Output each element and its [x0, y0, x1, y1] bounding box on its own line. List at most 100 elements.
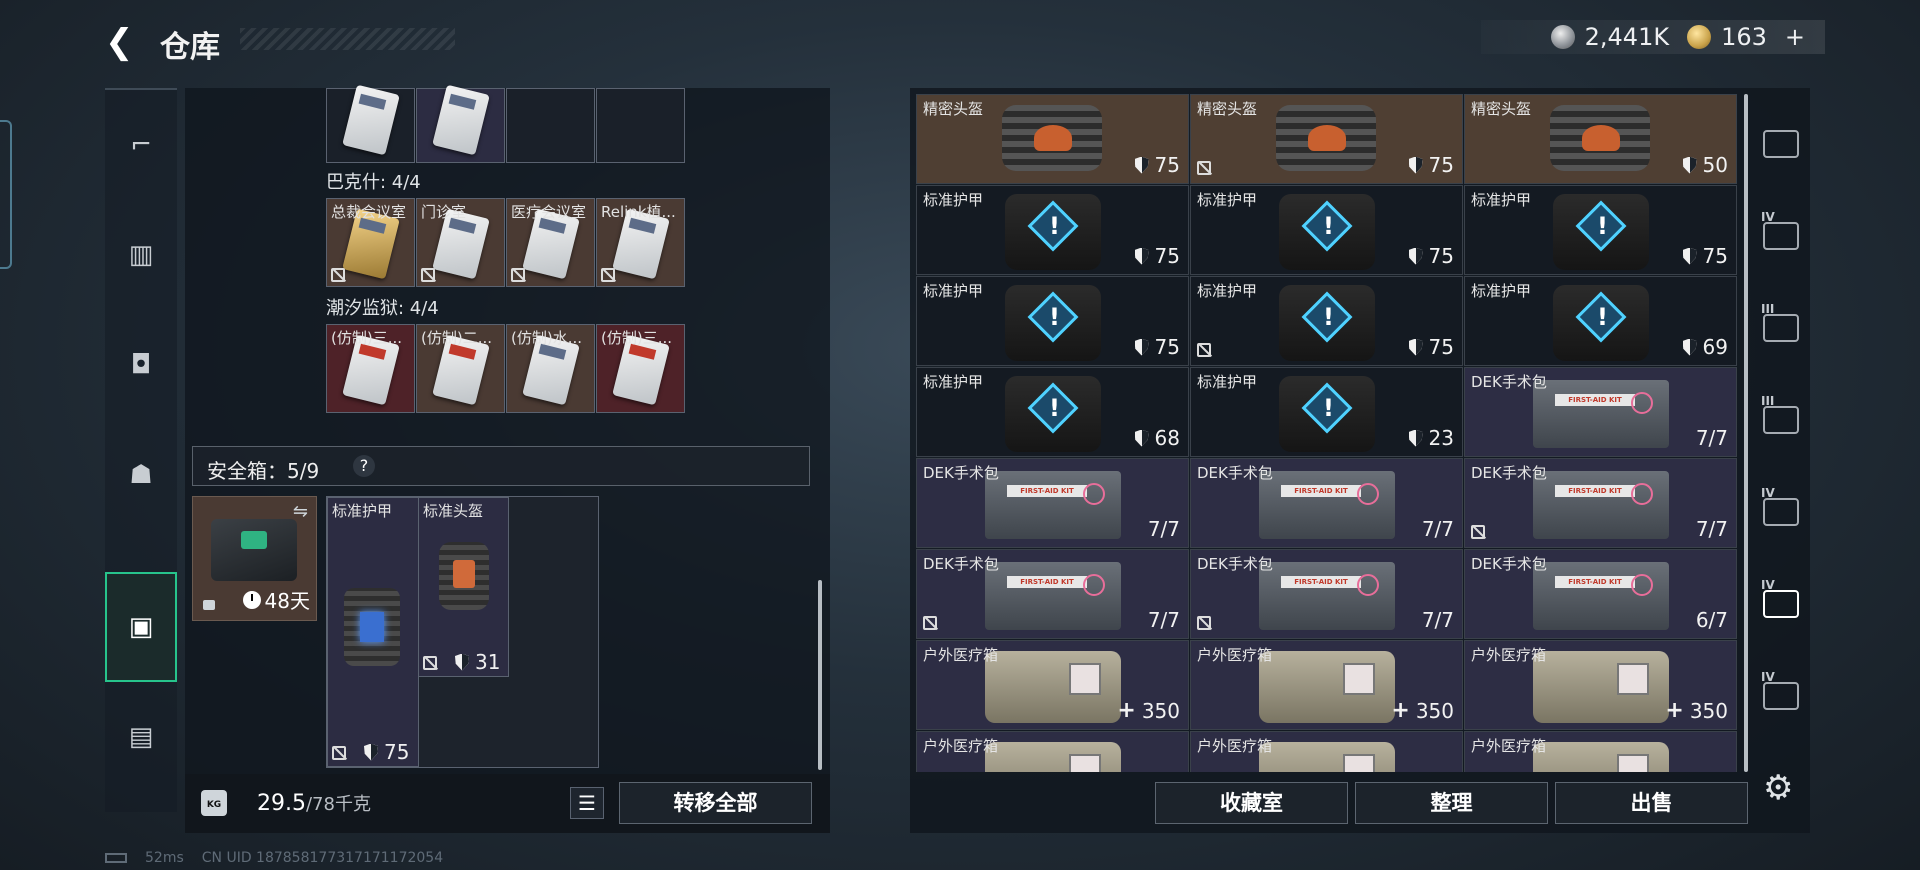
storage-item[interactable]: 户外医疗箱	[1190, 731, 1463, 772]
storage-item[interactable]: DEK手术包 7/7	[916, 458, 1189, 548]
side-drawer-handle[interactable]	[0, 120, 12, 269]
shield-icon	[1408, 338, 1423, 356]
item-label: 标准护甲	[332, 502, 393, 520]
storage-item[interactable]: 标准护甲 75	[1464, 185, 1737, 275]
gear-icon[interactable]: ⚙	[1763, 768, 1793, 808]
storage-item[interactable]: 标准护甲 75	[916, 276, 1189, 366]
capacity-bar: KG 29.5/78千克 ☰ 转移全部	[185, 774, 830, 833]
list-view-button[interactable]: ☰	[570, 787, 604, 819]
title-decoration	[240, 28, 455, 50]
category-tab[interactable]: III	[1752, 370, 1810, 470]
left-scrollbar[interactable]	[818, 580, 822, 770]
storage-item[interactable]: DEK手术包 7/7	[1190, 549, 1463, 639]
heal-icon: +	[1665, 698, 1684, 723]
tier-label: IV	[1761, 670, 1775, 684]
storage-item[interactable]: DEK手术包 7/7	[1464, 367, 1737, 457]
help-button[interactable]: ?	[353, 455, 375, 477]
storage-item[interactable]: 户外医疗箱 +350	[916, 640, 1189, 730]
safe-item-helmet[interactable]: 标准头盔 31	[418, 497, 509, 677]
empty-slot[interactable]	[596, 88, 685, 163]
nav-vest[interactable]: ▥	[105, 200, 177, 310]
storage-grid: 精密头盔75精密头盔75精密头盔50标准护甲75标准护甲75标准护甲75标准护甲…	[916, 94, 1740, 772]
storage-item[interactable]: 户外医疗箱 +350	[1464, 640, 1737, 730]
sell-button[interactable]: 出售	[1555, 782, 1748, 824]
medkit-icon	[1533, 651, 1669, 723]
shield-icon	[1408, 429, 1423, 447]
storage-item[interactable]: 精密头盔 75	[916, 94, 1189, 184]
storage-item[interactable]: DEK手术包 7/7	[1464, 458, 1737, 548]
item-stat: 75	[1408, 244, 1454, 268]
no-trade-icon	[331, 268, 345, 282]
item-label: 医疗会议室	[511, 203, 587, 221]
item-label: 标准护甲	[923, 282, 984, 300]
keycard-slot[interactable]	[416, 84, 505, 163]
category-tab[interactable]	[1752, 94, 1810, 194]
keycard-slot[interactable]: 医疗会议室	[506, 198, 595, 287]
back-arrow-icon[interactable]: ❮	[105, 22, 145, 62]
item-label: 标准护甲	[1471, 191, 1532, 209]
storage-item[interactable]: 精密头盔 50	[1464, 94, 1737, 184]
storage-item[interactable]: 户外医疗箱 +350	[1190, 640, 1463, 730]
item-label: 户外医疗箱	[1197, 737, 1273, 755]
category-tab[interactable]: III	[1752, 278, 1810, 378]
sort-button[interactable]: 整理	[1355, 782, 1548, 824]
item-stat: 75	[1134, 153, 1180, 177]
item-stat: 50	[1682, 153, 1728, 177]
safe-box-grid: 标准护甲 75 标准头盔 31	[326, 496, 599, 768]
category-tab[interactable]: IV	[1752, 462, 1810, 562]
keycard-slot[interactable]: 总裁会议室	[326, 198, 415, 287]
item-label: 门诊室	[421, 203, 467, 221]
armor-icon	[1279, 376, 1375, 452]
nav-briefcase[interactable]: ▤	[105, 682, 177, 792]
swap-icon[interactable]: ⇋	[293, 501, 308, 522]
item-label: 户外医疗箱	[923, 646, 999, 664]
keycard-slot[interactable]: (仿制)水...	[506, 324, 595, 413]
collection-button[interactable]: 收藏室	[1155, 782, 1348, 824]
clock-icon	[242, 590, 261, 609]
transfer-all-button[interactable]: 转移全部	[619, 782, 812, 824]
nav-weapons[interactable]: ⌐	[105, 90, 177, 200]
nav-backpack[interactable]: ◘	[105, 310, 177, 420]
add-currency-button[interactable]: +	[1785, 23, 1805, 51]
category-tab[interactable]: IV	[1752, 554, 1810, 654]
empty-slot[interactable]	[506, 88, 595, 163]
storage-item[interactable]: 标准护甲 75	[916, 185, 1189, 275]
briefcase-icon: ▤	[128, 722, 154, 752]
tier-label: IV	[1761, 210, 1775, 224]
helmet-icon	[1550, 105, 1650, 171]
keycard-slot[interactable]	[326, 84, 415, 163]
safe-item-armor[interactable]: 标准护甲 75	[327, 497, 419, 767]
category-tab[interactable]: IV	[1752, 646, 1810, 746]
category-tab[interactable]: IV	[1752, 186, 1810, 286]
left-category-nav: ⌐ ▥ ◘ ☗ ▣ ▤	[105, 88, 177, 812]
right-scrollbar[interactable]	[1744, 94, 1748, 772]
storage-item[interactable]: 标准护甲 68	[916, 367, 1189, 457]
keycard-slot[interactable]: 门诊室	[416, 198, 505, 287]
item-label: DEK手术包	[1471, 555, 1547, 573]
armor-icon	[1005, 285, 1101, 361]
armor-icon	[1553, 194, 1649, 270]
storage-item[interactable]: 户外医疗箱	[1464, 731, 1737, 772]
keycard-slot[interactable]: (仿制)三...	[326, 324, 415, 413]
storage-item[interactable]: DEK手术包 7/7	[1190, 458, 1463, 548]
ping: 52ms	[145, 850, 184, 866]
keycard-slot[interactable]: Relink植...	[596, 198, 685, 287]
item-stat: 75	[1408, 335, 1454, 359]
storage-item[interactable]: DEK手术包 7/7	[916, 549, 1189, 639]
storage-item[interactable]: DEK手术包 6/7	[1464, 549, 1737, 639]
keycard-slot[interactable]: (仿制)二...	[416, 324, 505, 413]
armor-icon	[1005, 194, 1101, 270]
storage-item[interactable]: 标准护甲 23	[1190, 367, 1463, 457]
keycard-slot[interactable]: (仿制)三...	[596, 324, 685, 413]
safe-box-slot[interactable]: ⇋ 48天	[192, 496, 317, 621]
storage-item[interactable]: 户外医疗箱	[916, 731, 1189, 772]
nav-bag[interactable]: ☗	[105, 420, 177, 530]
item-label: (仿制)二...	[421, 329, 493, 347]
item-value: 75	[1702, 244, 1728, 268]
storage-item[interactable]: 标准护甲 75	[1190, 276, 1463, 366]
storage-item[interactable]: 精密头盔 75	[1190, 94, 1463, 184]
storage-item[interactable]: 标准护甲 75	[1190, 185, 1463, 275]
storage-item[interactable]: 标准护甲 69	[1464, 276, 1737, 366]
item-value: 69	[1702, 335, 1728, 359]
nav-safe-box[interactable]: ▣	[105, 572, 177, 682]
